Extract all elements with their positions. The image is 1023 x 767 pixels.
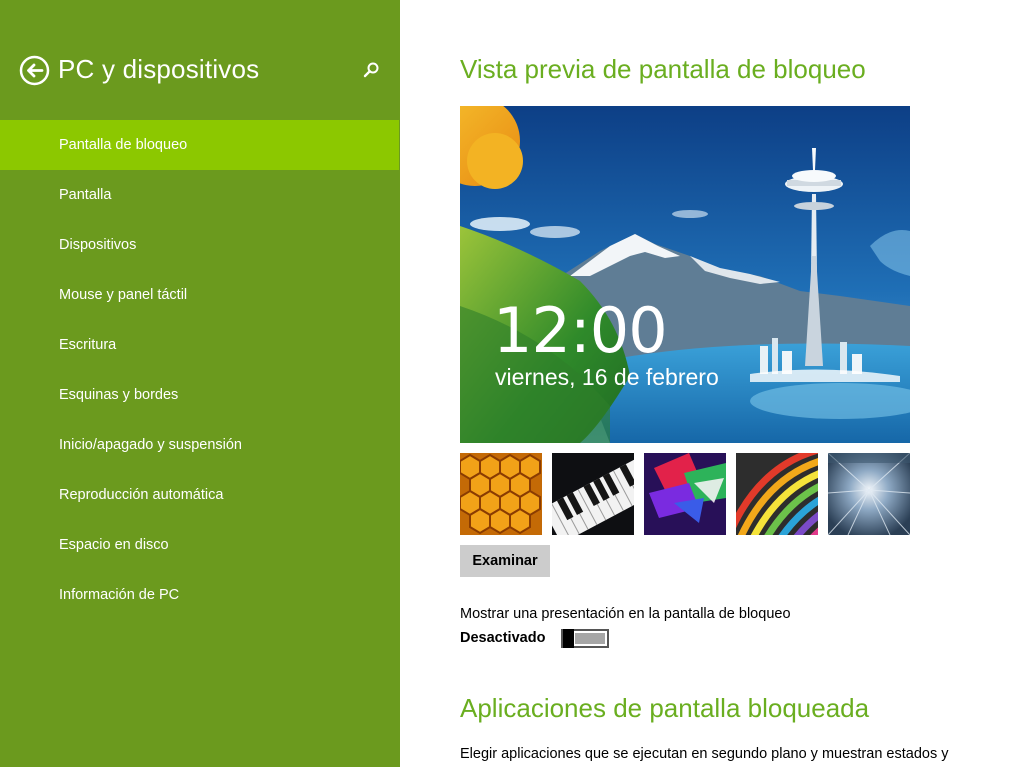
sidebar-nav: Pantalla de bloqueo Pantalla Dispositivo… [0,120,400,620]
lock-screen-image [460,106,910,443]
thumbnail-stripes[interactable] [736,453,818,535]
sidebar-item-label: Esquinas y bordes [59,387,179,403]
lock-screen-date: viernes, 16 de febrero [495,364,719,390]
sidebar-item-pantalla-de-bloqueo[interactable]: Pantalla de bloqueo [0,120,399,170]
thumbnail-geometric[interactable] [644,453,726,535]
lock-screen-time: 12:00 [493,294,668,367]
sidebar-item-inicio-apagado[interactable]: Inicio/apagado y suspensión [0,420,399,470]
sidebar-item-label: Espacio en disco [59,537,169,553]
lock-apps-description: Elegir aplicaciones que se ejecutan en s… [460,746,949,762]
sidebar-item-esquinas[interactable]: Esquinas y bordes [0,370,399,420]
slideshow-label: Mostrar una presentación en la pantalla … [460,606,791,622]
toggle-track [575,633,605,644]
sidebar-item-mouse[interactable]: Mouse y panel táctil [0,270,399,320]
sidebar-item-pantalla[interactable]: Pantalla [0,170,399,220]
sidebar-title: PC y dispositivos [58,54,260,84]
background-thumbnails [460,453,910,535]
slideshow-toggle[interactable] [561,629,609,648]
preview-heading: Vista previa de pantalla de bloqueo [460,54,866,84]
sidebar-item-reproduccion[interactable]: Reproducción automática [0,470,399,520]
main-content: Vista previa de pantalla de bloqueo 12:0… [400,0,1023,767]
thumbnail-tunnel[interactable] [828,453,910,535]
sidebar-item-label: Pantalla [59,187,112,203]
slideshow-state-label: Desactivado [460,630,546,646]
sidebar-item-espacio-disco[interactable]: Espacio en disco [0,520,399,570]
sidebar-item-label: Mouse y panel táctil [59,287,188,303]
browse-button[interactable]: Examinar [460,545,550,577]
sidebar-item-dispositivos[interactable]: Dispositivos [0,220,399,270]
sidebar-item-label: Dispositivos [59,237,137,253]
search-icon[interactable] [361,60,381,80]
sidebar-item-label: Reproducción automática [59,487,224,503]
toggle-knob [563,629,574,648]
sidebar: PC y dispositivos Pantalla de bloqueo Pa… [0,0,400,767]
thumbnail-honeycomb[interactable] [460,453,542,535]
back-arrow-icon[interactable] [19,55,50,86]
sidebar-item-informacion-pc[interactable]: Información de PC [0,570,399,620]
sidebar-item-label: Inicio/apagado y suspensión [59,437,242,453]
sidebar-item-label: Pantalla de bloqueo [59,137,188,153]
lock-apps-heading: Aplicaciones de pantalla bloqueada [460,693,870,723]
thumbnail-piano[interactable] [552,453,634,535]
lock-screen-preview: 12:00 viernes, 16 de febrero [460,106,910,443]
settings-window: PC y dispositivos Pantalla de bloqueo Pa… [0,0,1023,767]
sidebar-item-label: Escritura [59,337,117,353]
sidebar-item-label: Información de PC [59,587,180,603]
sidebar-item-escritura[interactable]: Escritura [0,320,399,370]
